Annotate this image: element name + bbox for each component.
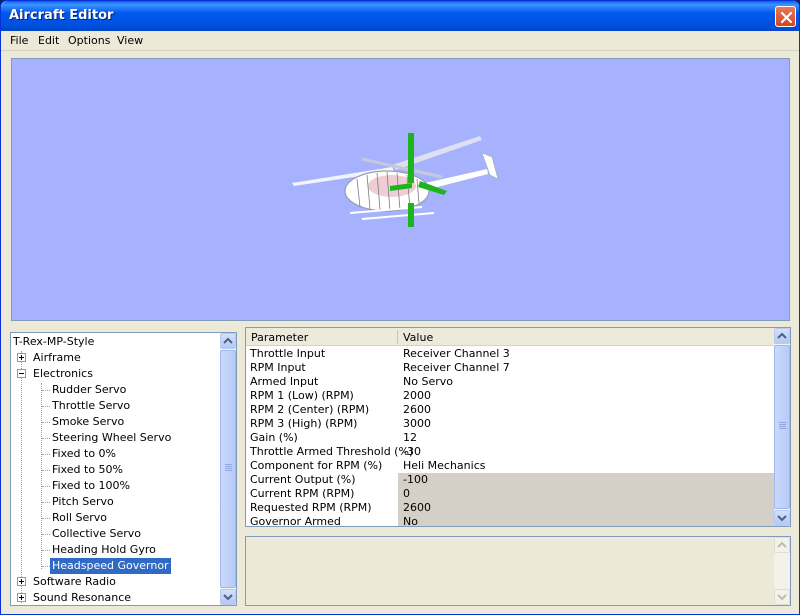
menu-options[interactable]: Options bbox=[68, 34, 110, 47]
tree-root-label: T-Rex-MP-Style bbox=[13, 335, 95, 348]
close-button[interactable] bbox=[775, 6, 796, 27]
column-header-value[interactable]: Value bbox=[403, 331, 433, 344]
tree-item-sound-resonance[interactable]: Sound Resonance bbox=[11, 590, 221, 605]
tree-item-electronics[interactable]: Electronics bbox=[11, 366, 221, 382]
chevron-down-icon bbox=[777, 515, 787, 522]
chevron-up-icon bbox=[223, 337, 233, 344]
tree-item-roll-servo[interactable]: Roll Servo bbox=[11, 510, 221, 526]
tree-item-smoke-servo[interactable]: Smoke Servo bbox=[11, 414, 221, 430]
scroll-down-button[interactable] bbox=[774, 589, 790, 605]
scroll-up-button[interactable] bbox=[220, 333, 236, 349]
grid-row: Requested RPM (RPM) 2600 bbox=[246, 501, 775, 515]
menu-bar: File Edit Options View bbox=[1, 31, 799, 51]
menu-view[interactable]: View bbox=[117, 34, 143, 47]
menu-edit[interactable]: Edit bbox=[38, 34, 59, 47]
tree-item-rudder-servo[interactable]: Rudder Servo bbox=[11, 382, 221, 398]
chevron-up-icon bbox=[777, 541, 787, 548]
scroll-thumb[interactable] bbox=[220, 350, 236, 588]
grid-row[interactable]: Throttle Armed Threshold (%) -30 bbox=[246, 445, 775, 459]
tree-item-collective-servo[interactable]: Collective Servo bbox=[11, 526, 221, 542]
grid-row: Current RPM (RPM) 0 bbox=[246, 487, 775, 501]
title-bar[interactable]: Aircraft Editor bbox=[1, 1, 799, 31]
tree-root[interactable]: T-Rex-MP-Style bbox=[13, 334, 94, 350]
tree-item-pitch-servo[interactable]: Pitch Servo bbox=[11, 494, 221, 510]
collapse-icon[interactable] bbox=[17, 369, 26, 378]
tree-item-throttle-servo[interactable]: Throttle Servo bbox=[11, 398, 221, 414]
scroll-thumb[interactable] bbox=[774, 345, 790, 509]
aircraft-editor-window: Aircraft Editor File Edit Options View T… bbox=[0, 0, 800, 615]
grid-row[interactable]: RPM Input Receiver Channel 7 bbox=[246, 361, 775, 375]
chevron-up-icon bbox=[777, 332, 787, 339]
expand-icon[interactable] bbox=[17, 577, 26, 586]
tree-item-fixed-50[interactable]: Fixed to 50% bbox=[11, 462, 221, 478]
grid-row[interactable]: Armed Input No Servo bbox=[246, 375, 775, 389]
grid-row: Current Output (%) -100 bbox=[246, 473, 775, 487]
tree-scrollbar[interactable] bbox=[220, 333, 236, 605]
tree-item-fixed-0[interactable]: Fixed to 0% bbox=[11, 446, 221, 462]
scroll-down-button[interactable] bbox=[220, 589, 236, 605]
scroll-down-button[interactable] bbox=[774, 510, 790, 526]
close-icon bbox=[780, 11, 793, 24]
description-scrollbar[interactable] bbox=[774, 537, 790, 605]
description-pane bbox=[245, 536, 791, 606]
helicopter-model bbox=[292, 133, 499, 227]
tree-item-software-radio[interactable]: Software Radio bbox=[11, 574, 221, 590]
expand-icon[interactable] bbox=[17, 593, 26, 602]
grid-row[interactable]: Throttle Input Receiver Channel 3 bbox=[246, 347, 775, 361]
window-title: Aircraft Editor bbox=[9, 8, 114, 23]
grid-header: Parameter Value bbox=[246, 328, 775, 346]
grid-row[interactable]: RPM 3 (High) (RPM) 3000 bbox=[246, 417, 775, 431]
menu-file[interactable]: File bbox=[10, 34, 28, 47]
grid-row[interactable]: RPM 1 (Low) (RPM) 2000 bbox=[246, 389, 775, 403]
grid-row[interactable]: RPM 2 (Center) (RPM) 2600 bbox=[246, 403, 775, 417]
property-grid[interactable]: Parameter Value Throttle Input Receiver … bbox=[245, 327, 791, 527]
tree-item-airframe[interactable]: Airframe bbox=[11, 350, 221, 366]
3d-viewport[interactable] bbox=[11, 58, 790, 321]
column-header-parameter[interactable]: Parameter bbox=[251, 331, 308, 344]
chevron-down-icon bbox=[223, 594, 233, 601]
tree-item-headspeed-governor[interactable]: Headspeed Governor bbox=[11, 558, 221, 574]
grid-row[interactable]: Gain (%) 12 bbox=[246, 431, 775, 445]
expand-icon[interactable] bbox=[17, 353, 26, 362]
grid-row[interactable]: Component for RPM (%) Heli Mechanics bbox=[246, 459, 775, 473]
scroll-up-button[interactable] bbox=[774, 537, 790, 553]
scroll-up-button[interactable] bbox=[774, 328, 790, 344]
component-tree[interactable]: T-Rex-MP-Style Airframe Electronics Rudd… bbox=[10, 332, 237, 606]
tree-item-heading-hold-gyro[interactable]: Heading Hold Gyro bbox=[11, 542, 221, 558]
grid-scrollbar[interactable] bbox=[774, 328, 790, 526]
tree-item-fixed-100[interactable]: Fixed to 100% bbox=[11, 478, 221, 494]
grid-row: Governor Armed No bbox=[246, 515, 775, 526]
tree-item-steering-wheel-servo[interactable]: Steering Wheel Servo bbox=[11, 430, 221, 446]
chevron-down-icon bbox=[777, 594, 787, 601]
